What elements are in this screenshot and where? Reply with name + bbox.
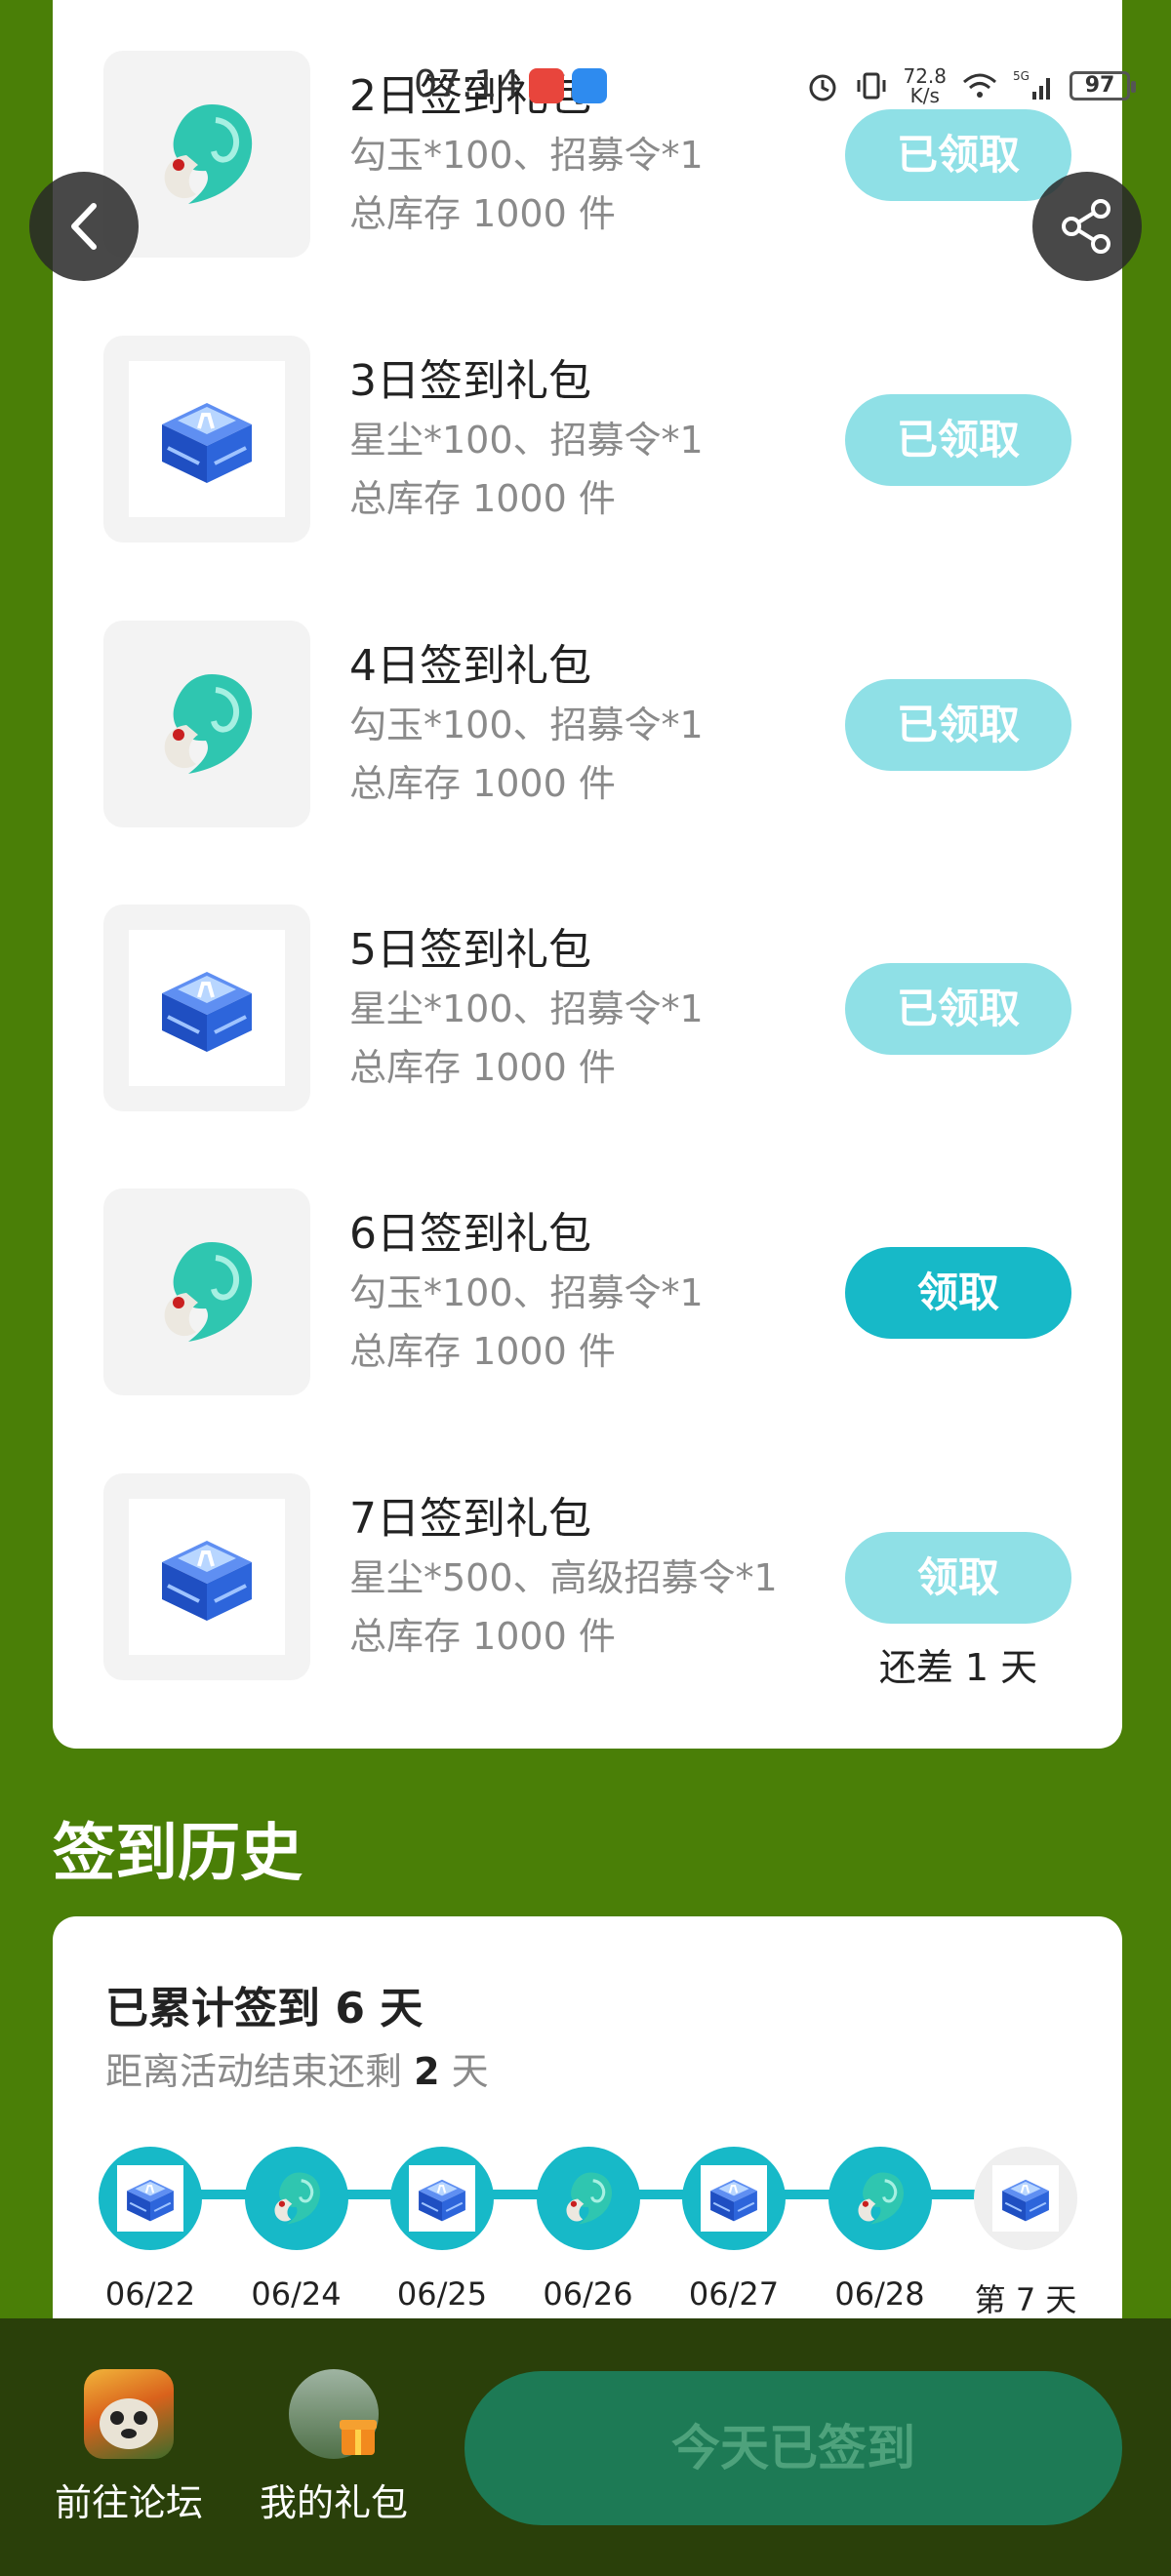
chevron-left-icon <box>71 203 97 250</box>
share-button[interactable] <box>1032 172 1142 281</box>
gift-row: 7日签到礼包星尘*500、高级招募令*1 总库存 1000 件 领取还差 1 天 <box>53 1473 1122 1689</box>
wifi-icon <box>963 73 996 98</box>
huawei-app-icon <box>529 68 564 103</box>
gift-thumbnail-frame <box>129 930 285 1086</box>
gift-description: 勾玉*100、招募令*1 <box>349 1271 704 1314</box>
treasure-chest-icon <box>148 385 265 493</box>
timeline-day-label: 06/25 <box>396 2275 488 2313</box>
gift-description: 勾玉*100、招募令*1 <box>349 134 704 177</box>
gift-stock: 总库存 1000 件 <box>349 192 616 235</box>
claim-button[interactable]: 已领取 <box>845 963 1071 1055</box>
claim-button[interactable]: 已领取 <box>845 679 1071 771</box>
gift-list-card: 2日签到礼包 勾玉*100、招募令*1 总库存 1000 件已领取 3日签到礼包 星尘*… <box>53 0 1122 1749</box>
claim-button[interactable]: 已领取 <box>845 109 1071 201</box>
gift-thumbnail-frame <box>129 1499 285 1655</box>
status-time: 07:14 <box>414 62 521 105</box>
gift-title: 6日签到礼包 <box>349 1209 591 1259</box>
checkin-button[interactable]: 今天已签到 <box>464 2371 1122 2525</box>
gift-description: 星尘*500、高级招募令*1 <box>349 1556 778 1599</box>
gift-thumbnail <box>103 1188 310 1395</box>
timeline-day-node <box>99 2147 202 2250</box>
gift-title: 3日签到礼包 <box>349 356 591 406</box>
gift-stock: 总库存 1000 件 <box>349 477 616 520</box>
status-bar: 07:14 72.8 K/s 5G 97 <box>0 59 1171 113</box>
magatama-icon <box>263 2165 330 2232</box>
timeline-day-label: 第 7 天 <box>974 2281 1077 2318</box>
gift-stock: 总库存 1000 件 <box>349 1615 616 1658</box>
days-remaining-note: 还差 1 天 <box>878 1646 1038 1689</box>
gift-description: 星尘*100、招募令*1 <box>349 419 704 462</box>
timeline-icon-frame <box>117 2165 183 2232</box>
treasure-chest-icon <box>704 2170 764 2226</box>
treasure-chest-icon <box>412 2170 472 2226</box>
gift-thumbnail <box>103 621 310 827</box>
gift-row: 5日签到礼包星尘*100、招募令*1 总库存 1000 件 已领取 <box>53 905 1122 1111</box>
magatama-icon <box>847 2165 913 2232</box>
network-speed: 72.8 K/s <box>903 64 947 107</box>
treasure-chest-icon <box>120 2170 181 2226</box>
history-summary: 已累计签到 6 天 <box>105 1984 424 2033</box>
bottom-bar: 前往论坛 我的礼包 今天已签到 <box>0 2318 1171 2576</box>
history-remaining: 距离活动结束还剩 2 天 <box>105 2050 489 2093</box>
timeline-day-label: 06/26 <box>543 2275 633 2313</box>
gift-row: 3日签到礼包星尘*100、招募令*1 总库存 1000 件 已领取 <box>53 336 1122 543</box>
gift-row: 6日签到礼包勾玉*100、招募令*1 总库存 1000 件 领取 <box>53 1188 1122 1395</box>
claim-button[interactable]: 领取 <box>845 1532 1071 1624</box>
timeline-day-label: 06/22 <box>104 2275 196 2313</box>
history-title: 签到历史 <box>53 1818 303 1890</box>
timeline-icon-frame <box>555 2165 622 2232</box>
vibrate-icon <box>857 72 886 100</box>
svg-text:5G: 5G <box>1013 69 1030 83</box>
timeline-day-node <box>536 2147 640 2250</box>
forum-nav-label: 前往论坛 <box>54 2481 203 2524</box>
timeline-icon-frame <box>409 2165 475 2232</box>
gift-description: 勾玉*100、招募令*1 <box>349 704 704 746</box>
gift-stock: 总库存 1000 件 <box>349 1046 616 1089</box>
timeline-day-label: 06/24 <box>251 2275 342 2313</box>
timeline-day-label: 06/27 <box>688 2275 780 2313</box>
gift-stock: 总库存 1000 件 <box>349 762 616 805</box>
my-gifts-nav-label: 我的礼包 <box>259 2481 408 2524</box>
gift-title: 7日签到礼包 <box>349 1494 591 1544</box>
treasure-chest-icon <box>148 1523 265 1630</box>
magatama-icon <box>555 2165 622 2232</box>
gift-description: 星尘*100、招募令*1 <box>349 987 704 1030</box>
gift-row: 4日签到礼包勾玉*100、招募令*1 总库存 1000 件 已领取 <box>53 621 1122 827</box>
magatama-icon <box>143 1228 270 1355</box>
gift-title: 5日签到礼包 <box>349 925 591 975</box>
gift-thumbnail-frame <box>129 361 285 517</box>
my-gifts-nav-item[interactable]: 我的礼包 <box>251 2369 417 2526</box>
claim-button[interactable]: 领取 <box>845 1247 1071 1339</box>
timeline-day-label: 06/28 <box>834 2275 925 2313</box>
weather-app-icon <box>572 68 607 103</box>
gift-stock: 总库存 1000 件 <box>349 1330 616 1373</box>
battery-indicator: 97 <box>1070 71 1136 101</box>
timeline-day-node <box>390 2147 494 2250</box>
alarm-icon <box>809 74 836 101</box>
timeline-day-node <box>828 2147 932 2250</box>
timeline-icon-frame <box>847 2165 913 2232</box>
claim-button[interactable]: 已领取 <box>845 394 1071 486</box>
my-gifts-icon <box>289 2369 379 2459</box>
timeline-icon-frame <box>992 2165 1059 2232</box>
forum-nav-item[interactable]: 前往论坛 <box>46 2369 212 2526</box>
gift-title: 4日签到礼包 <box>349 641 591 691</box>
timeline-day-node <box>682 2147 786 2250</box>
gift-thumbnail <box>103 1473 310 1680</box>
forum-game-icon <box>84 2369 174 2459</box>
timeline-icon-frame <box>701 2165 767 2232</box>
signal-5g-icon: 5G <box>1013 69 1050 100</box>
back-button[interactable] <box>29 172 139 281</box>
timeline-day-node <box>974 2147 1077 2250</box>
gift-thumbnail <box>103 905 310 1111</box>
treasure-chest-icon <box>148 954 265 1062</box>
treasure-chest-icon <box>995 2170 1056 2226</box>
timeline-icon-frame <box>263 2165 330 2232</box>
magatama-icon <box>143 661 270 787</box>
gift-thumbnail <box>103 336 310 543</box>
share-icon <box>1062 199 1110 254</box>
timeline-day-node <box>244 2147 348 2250</box>
